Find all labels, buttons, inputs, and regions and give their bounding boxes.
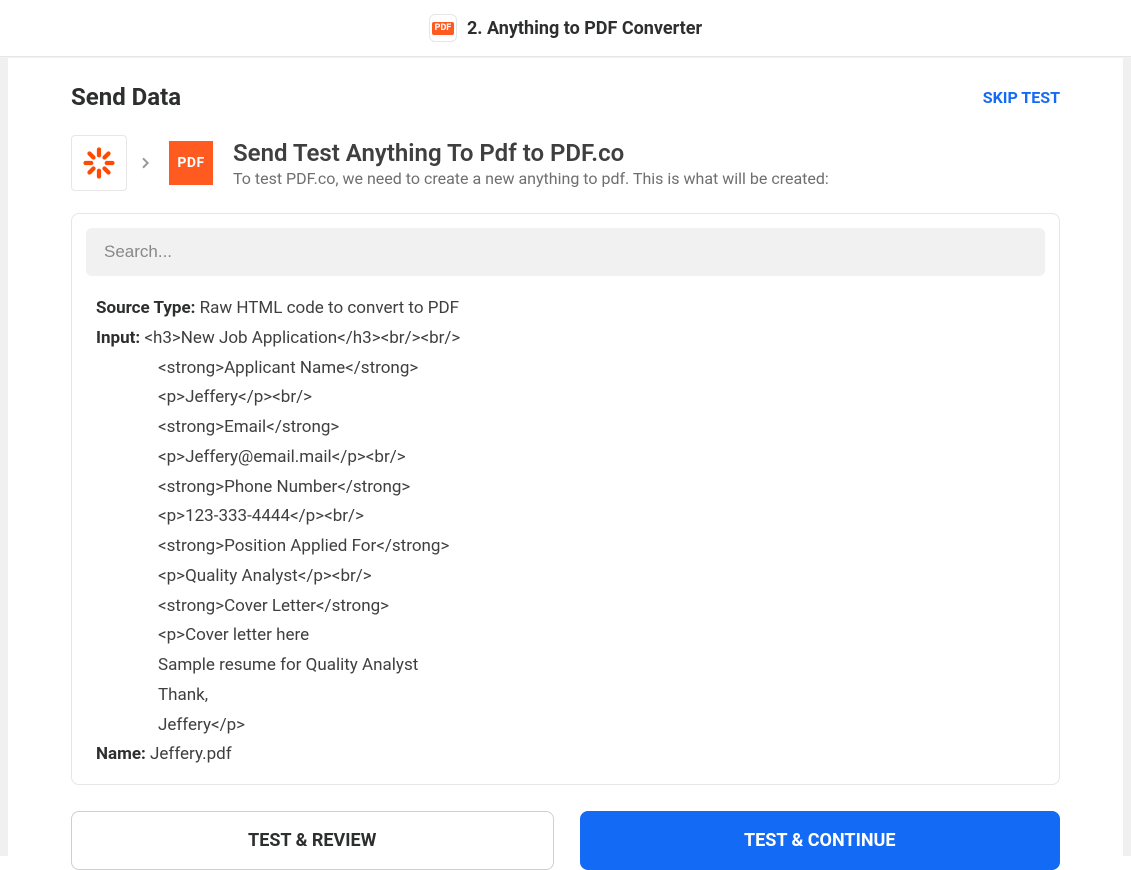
input-line-first: <h3>New Job Application</h3><br/><br/>: [144, 328, 460, 348]
section-header: Send Data SKIP TEST: [71, 83, 1060, 111]
input-line: <p>123-333-4444</p><br/>: [96, 502, 1045, 532]
pdfco-icon: PDF: [163, 135, 219, 191]
data-content: Source Type: Raw HTML code to convert to…: [86, 294, 1045, 770]
input-line: Jeffery</p>: [96, 711, 1045, 741]
main-panel: Send Data SKIP TEST: [10, 58, 1121, 856]
name-label: Name:: [96, 744, 146, 764]
input-line: <strong>Cover Letter</strong>: [96, 592, 1045, 622]
input-line: <p>Jeffery@email.mail</p><br/>: [96, 443, 1045, 473]
search-input[interactable]: [86, 228, 1045, 276]
input-line: <strong>Applicant Name</strong>: [96, 354, 1045, 384]
step-header: PDF 2. Anything to PDF Converter: [0, 0, 1131, 57]
input-line: <p>Cover letter here: [96, 621, 1045, 651]
section-title: Send Data: [71, 83, 181, 111]
input-line: <strong>Email</strong>: [96, 413, 1045, 443]
chevron-right-icon: [137, 155, 153, 171]
pdf-badge-large: PDF: [169, 141, 213, 185]
test-heading: Send Test Anything To Pdf to PDF.co: [233, 139, 1060, 167]
pdf-badge-small: PDF: [432, 22, 455, 35]
input-line: <strong>Position Applied For</strong>: [96, 532, 1045, 562]
app-summary-row: PDF Send Test Anything To Pdf to PDF.co …: [71, 135, 1060, 191]
input-line: Sample resume for Quality Analyst: [96, 651, 1045, 681]
step-title: 2. Anything to PDF Converter: [467, 18, 702, 39]
name-value: Jeffery.pdf: [150, 744, 232, 764]
pdf-app-icon: PDF: [429, 14, 457, 42]
input-line: <strong>Phone Number</strong>: [96, 473, 1045, 503]
footer-buttons: TEST & REVIEW TEST & CONTINUE: [71, 811, 1060, 870]
input-line: <p>Jeffery</p><br/>: [96, 383, 1045, 413]
test-description: To test PDF.co, we need to create a new …: [233, 169, 1060, 188]
data-preview-box: Source Type: Raw HTML code to convert to…: [71, 213, 1060, 785]
input-label: Input:: [96, 328, 140, 348]
skip-test-link[interactable]: SKIP TEST: [983, 88, 1060, 107]
zapier-icon: [71, 135, 127, 191]
source-type-label: Source Type:: [96, 298, 195, 318]
test-review-button[interactable]: TEST & REVIEW: [71, 811, 554, 870]
input-line: <p>Quality Analyst</p><br/>: [96, 562, 1045, 592]
test-continue-button[interactable]: TEST & CONTINUE: [580, 811, 1061, 870]
app-icons: PDF: [71, 135, 219, 191]
source-type-value: Raw HTML code to convert to PDF: [200, 298, 459, 318]
input-line: Thank,: [96, 681, 1045, 711]
